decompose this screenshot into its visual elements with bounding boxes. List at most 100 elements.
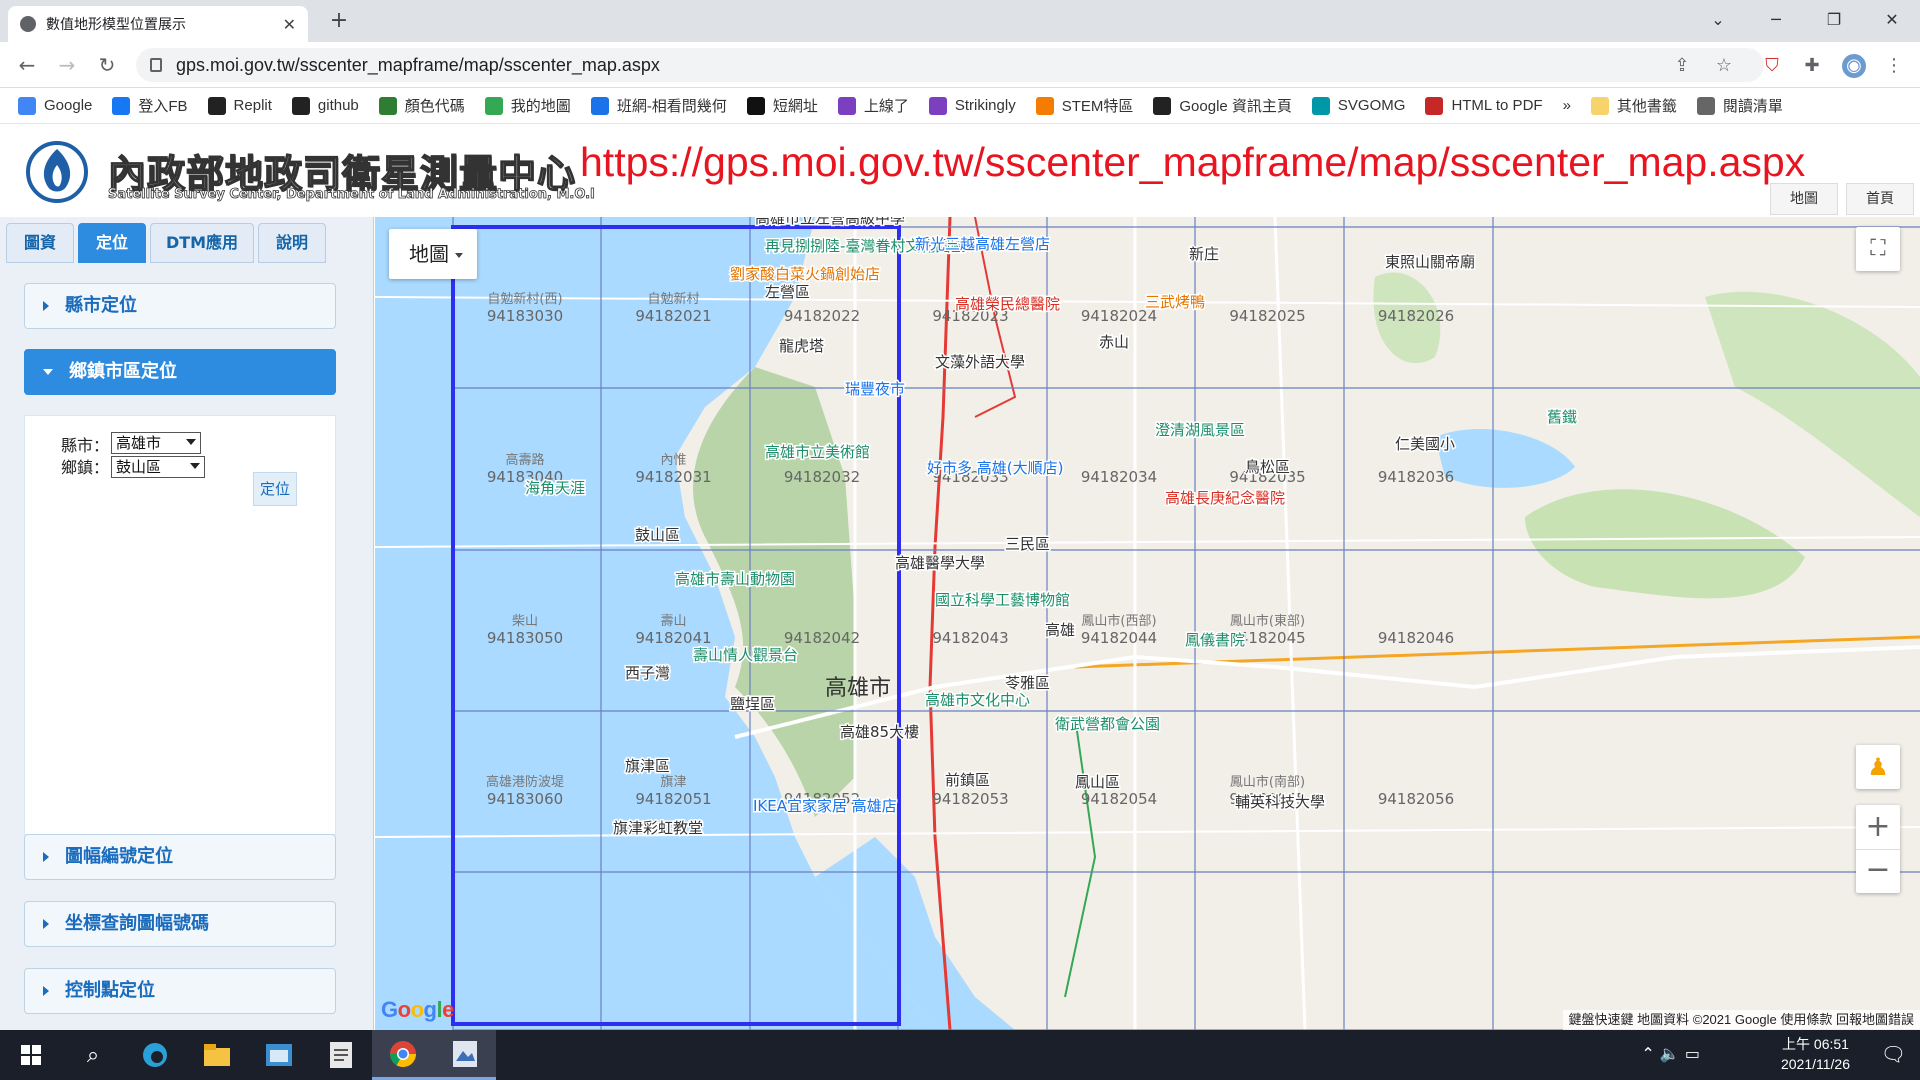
poi-label[interactable]: 西子灣 (624, 663, 672, 684)
poi-label[interactable]: 高雄醫學大學 (894, 553, 987, 574)
bookmark-item[interactable]: HTML to PDF (1425, 96, 1543, 115)
windows-start-icon[interactable] (0, 1030, 62, 1080)
poi-label[interactable]: 高雄長庚紀念醫院 (1164, 488, 1287, 509)
county-select[interactable]: 高雄市 (111, 432, 201, 454)
poi-label[interactable]: IKEA宜家家居 高雄店 (752, 796, 899, 817)
street-view-pegman-icon[interactable]: ♟ (1856, 745, 1900, 789)
google-logo[interactable]: Google (381, 997, 454, 1023)
other-bookmarks-folder[interactable]: 其他書籤 (1590, 95, 1677, 116)
poi-label[interactable]: 三民區 (1004, 534, 1052, 555)
home-button[interactable]: 首頁 (1846, 183, 1914, 215)
zoom-in-button[interactable]: + (1856, 805, 1900, 849)
share-icon[interactable]: ⇪ (1670, 54, 1694, 78)
bookmark-item[interactable]: Replit (207, 96, 272, 115)
image-viewer-icon[interactable] (434, 1030, 496, 1080)
bookmark-item[interactable]: 登入FB (112, 95, 188, 116)
poi-label[interactable]: 瑞豐夜市 (844, 379, 907, 400)
chrome-icon[interactable] (372, 1030, 434, 1080)
fullscreen-button[interactable]: ⛶ (1856, 227, 1900, 271)
tab-search-icon[interactable]: ⌄ (1690, 0, 1746, 42)
sheet-locate-section[interactable]: 圖幅編號定位 (24, 834, 336, 880)
forward-button[interactable]: → (52, 50, 82, 80)
poi-label[interactable]: 新光三越高雄左營店 (914, 234, 1052, 255)
poi-label[interactable]: 鳥松區 (1244, 457, 1292, 478)
extensions-puzzle-icon[interactable]: ✚ (1800, 54, 1824, 78)
poi-label[interactable]: 新庄 (1188, 244, 1221, 265)
zoom-out-button[interactable]: − (1856, 849, 1900, 893)
app-window-icon[interactable] (248, 1030, 310, 1080)
poi-label[interactable]: 高雄市立美術館 (764, 442, 872, 463)
restore-button[interactable]: ❐ (1806, 0, 1862, 42)
edge-icon[interactable] (124, 1030, 186, 1080)
poi-label[interactable]: 輔英科技大學 (1234, 792, 1327, 813)
bookmark-item[interactable]: 短網址 (746, 95, 818, 116)
poi-label[interactable]: 高雄市立左營高級中學 (754, 217, 907, 229)
bookmark-item[interactable]: STEM特區 (1035, 95, 1133, 116)
profile-avatar-icon[interactable]: ◉ (1842, 54, 1866, 78)
poi-label[interactable]: 衛武營都會公園 (1054, 714, 1162, 735)
close-window-button[interactable]: ✕ (1864, 0, 1920, 42)
close-tab-icon[interactable]: ✕ (283, 15, 296, 34)
notepad-icon[interactable] (310, 1030, 372, 1080)
bookmark-star-icon[interactable]: ☆ (1712, 54, 1736, 78)
search-icon[interactable]: ⌕ (62, 1030, 124, 1080)
tab-layers[interactable]: 圖資 (6, 223, 74, 263)
control-point-section[interactable]: 控制點定位 (24, 968, 336, 1014)
address-bar[interactable]: gps.moi.gov.tw/sscenter_mapframe/map/ssc… (136, 48, 1764, 82)
poi-label[interactable]: 赤山 (1098, 332, 1131, 353)
poi-label[interactable]: 前鎮區 (944, 770, 992, 791)
poi-label[interactable]: 旗津彩虹教堂 (612, 818, 705, 839)
new-tab-button[interactable]: + (324, 6, 354, 36)
poi-label[interactable]: 舊鐵 (1546, 407, 1579, 428)
reading-list-button[interactable]: 閱讀清單 (1696, 95, 1783, 116)
bookmark-item[interactable]: 顏色代碼 (378, 95, 465, 116)
county-locate-section[interactable]: 縣市定位 (24, 283, 336, 329)
menu-kebab-icon[interactable]: ⋮ (1882, 54, 1906, 78)
poi-label[interactable]: 高雄榮民總醫院 (954, 294, 1062, 315)
map-button[interactable]: 地圖 (1770, 183, 1838, 215)
map-type-selector[interactable]: 地圖 (389, 229, 477, 279)
poi-label[interactable]: 劉家酸白菜火鍋創始店 (729, 264, 882, 285)
reload-button[interactable]: ↻ (92, 50, 122, 80)
back-button[interactable]: ← (12, 50, 42, 80)
poi-label[interactable]: 苓雅區 (1004, 673, 1052, 694)
poi-label[interactable]: 壽山情人觀景台 (692, 645, 800, 666)
poi-label[interactable]: 鳳山區 (1074, 772, 1122, 793)
extension-shield-icon[interactable]: ⛉ (1760, 54, 1784, 78)
poi-label[interactable]: 鼓山區 (634, 525, 682, 546)
locate-button[interactable]: 定位 (253, 472, 297, 506)
poi-label[interactable]: 鳳儀書院 (1184, 630, 1247, 651)
poi-label[interactable]: 國立科學工藝博物館 (934, 590, 1072, 611)
bookmark-item[interactable]: 班網-相看問幾何 (590, 95, 727, 116)
poi-label[interactable]: 好市多 高雄(大順店) (926, 458, 1065, 479)
minimize-button[interactable]: ─ (1748, 0, 1804, 42)
map-base[interactable]: 自勉新村(西)94183030 自勉新村94182021 94182022 94182… (375, 217, 1920, 1030)
bookmarks-overflow-button[interactable]: » (1563, 97, 1571, 114)
map-canvas[interactable]: 自勉新村(西) 94183030 自勉新村 94182021 94182022 94182… (375, 217, 1920, 1030)
notification-icon[interactable]: 🗨 (1881, 1042, 1906, 1066)
poi-label[interactable]: 仁美國小 (1394, 434, 1457, 455)
poi-label[interactable]: 旗津區 (624, 756, 672, 777)
bookmark-item[interactable]: Strikingly (928, 96, 1016, 115)
coord-query-section[interactable]: 坐標查詢圖幅號碼 (24, 901, 336, 947)
poi-label[interactable]: 高雄85大樓 (839, 722, 921, 743)
poi-label[interactable]: 高雄市文化中心 (924, 690, 1032, 711)
poi-label[interactable]: 澄清湖風景區 (1154, 420, 1247, 441)
bookmark-item[interactable]: SVGOMG (1311, 96, 1405, 115)
map-attribution[interactable]: 鍵盤快速鍵 地圖資料 ©2021 Google 使用條款 回報地圖錯誤 (1562, 1010, 1920, 1030)
bookmark-item[interactable]: 我的地圖 (484, 95, 571, 116)
bookmark-item[interactable]: Google (18, 96, 92, 115)
poi-label[interactable]: 龍虎塔 (778, 336, 826, 357)
poi-label[interactable]: 鹽埕區 (729, 694, 777, 715)
tray-icons[interactable]: ⌃ 🔈 ▭ (1641, 1044, 1700, 1063)
poi-label[interactable]: 三武烤鴨 (1144, 292, 1207, 313)
file-explorer-icon[interactable] (186, 1030, 248, 1080)
tab-dtm[interactable]: DTM應用 (150, 223, 254, 263)
browser-tab[interactable]: 數值地形模型位置展示 ✕ (8, 6, 308, 42)
tab-help[interactable]: 說明 (258, 223, 326, 263)
township-locate-section[interactable]: 鄉鎮市區定位 (24, 349, 336, 395)
poi-label[interactable]: 文藻外語大學 (934, 352, 1027, 373)
bookmark-item[interactable]: github (291, 96, 359, 115)
taskbar-clock[interactable]: 上午 06:51 2021/11/26 (1781, 1034, 1850, 1074)
poi-label[interactable]: 東照山關帝廟 (1384, 252, 1477, 273)
